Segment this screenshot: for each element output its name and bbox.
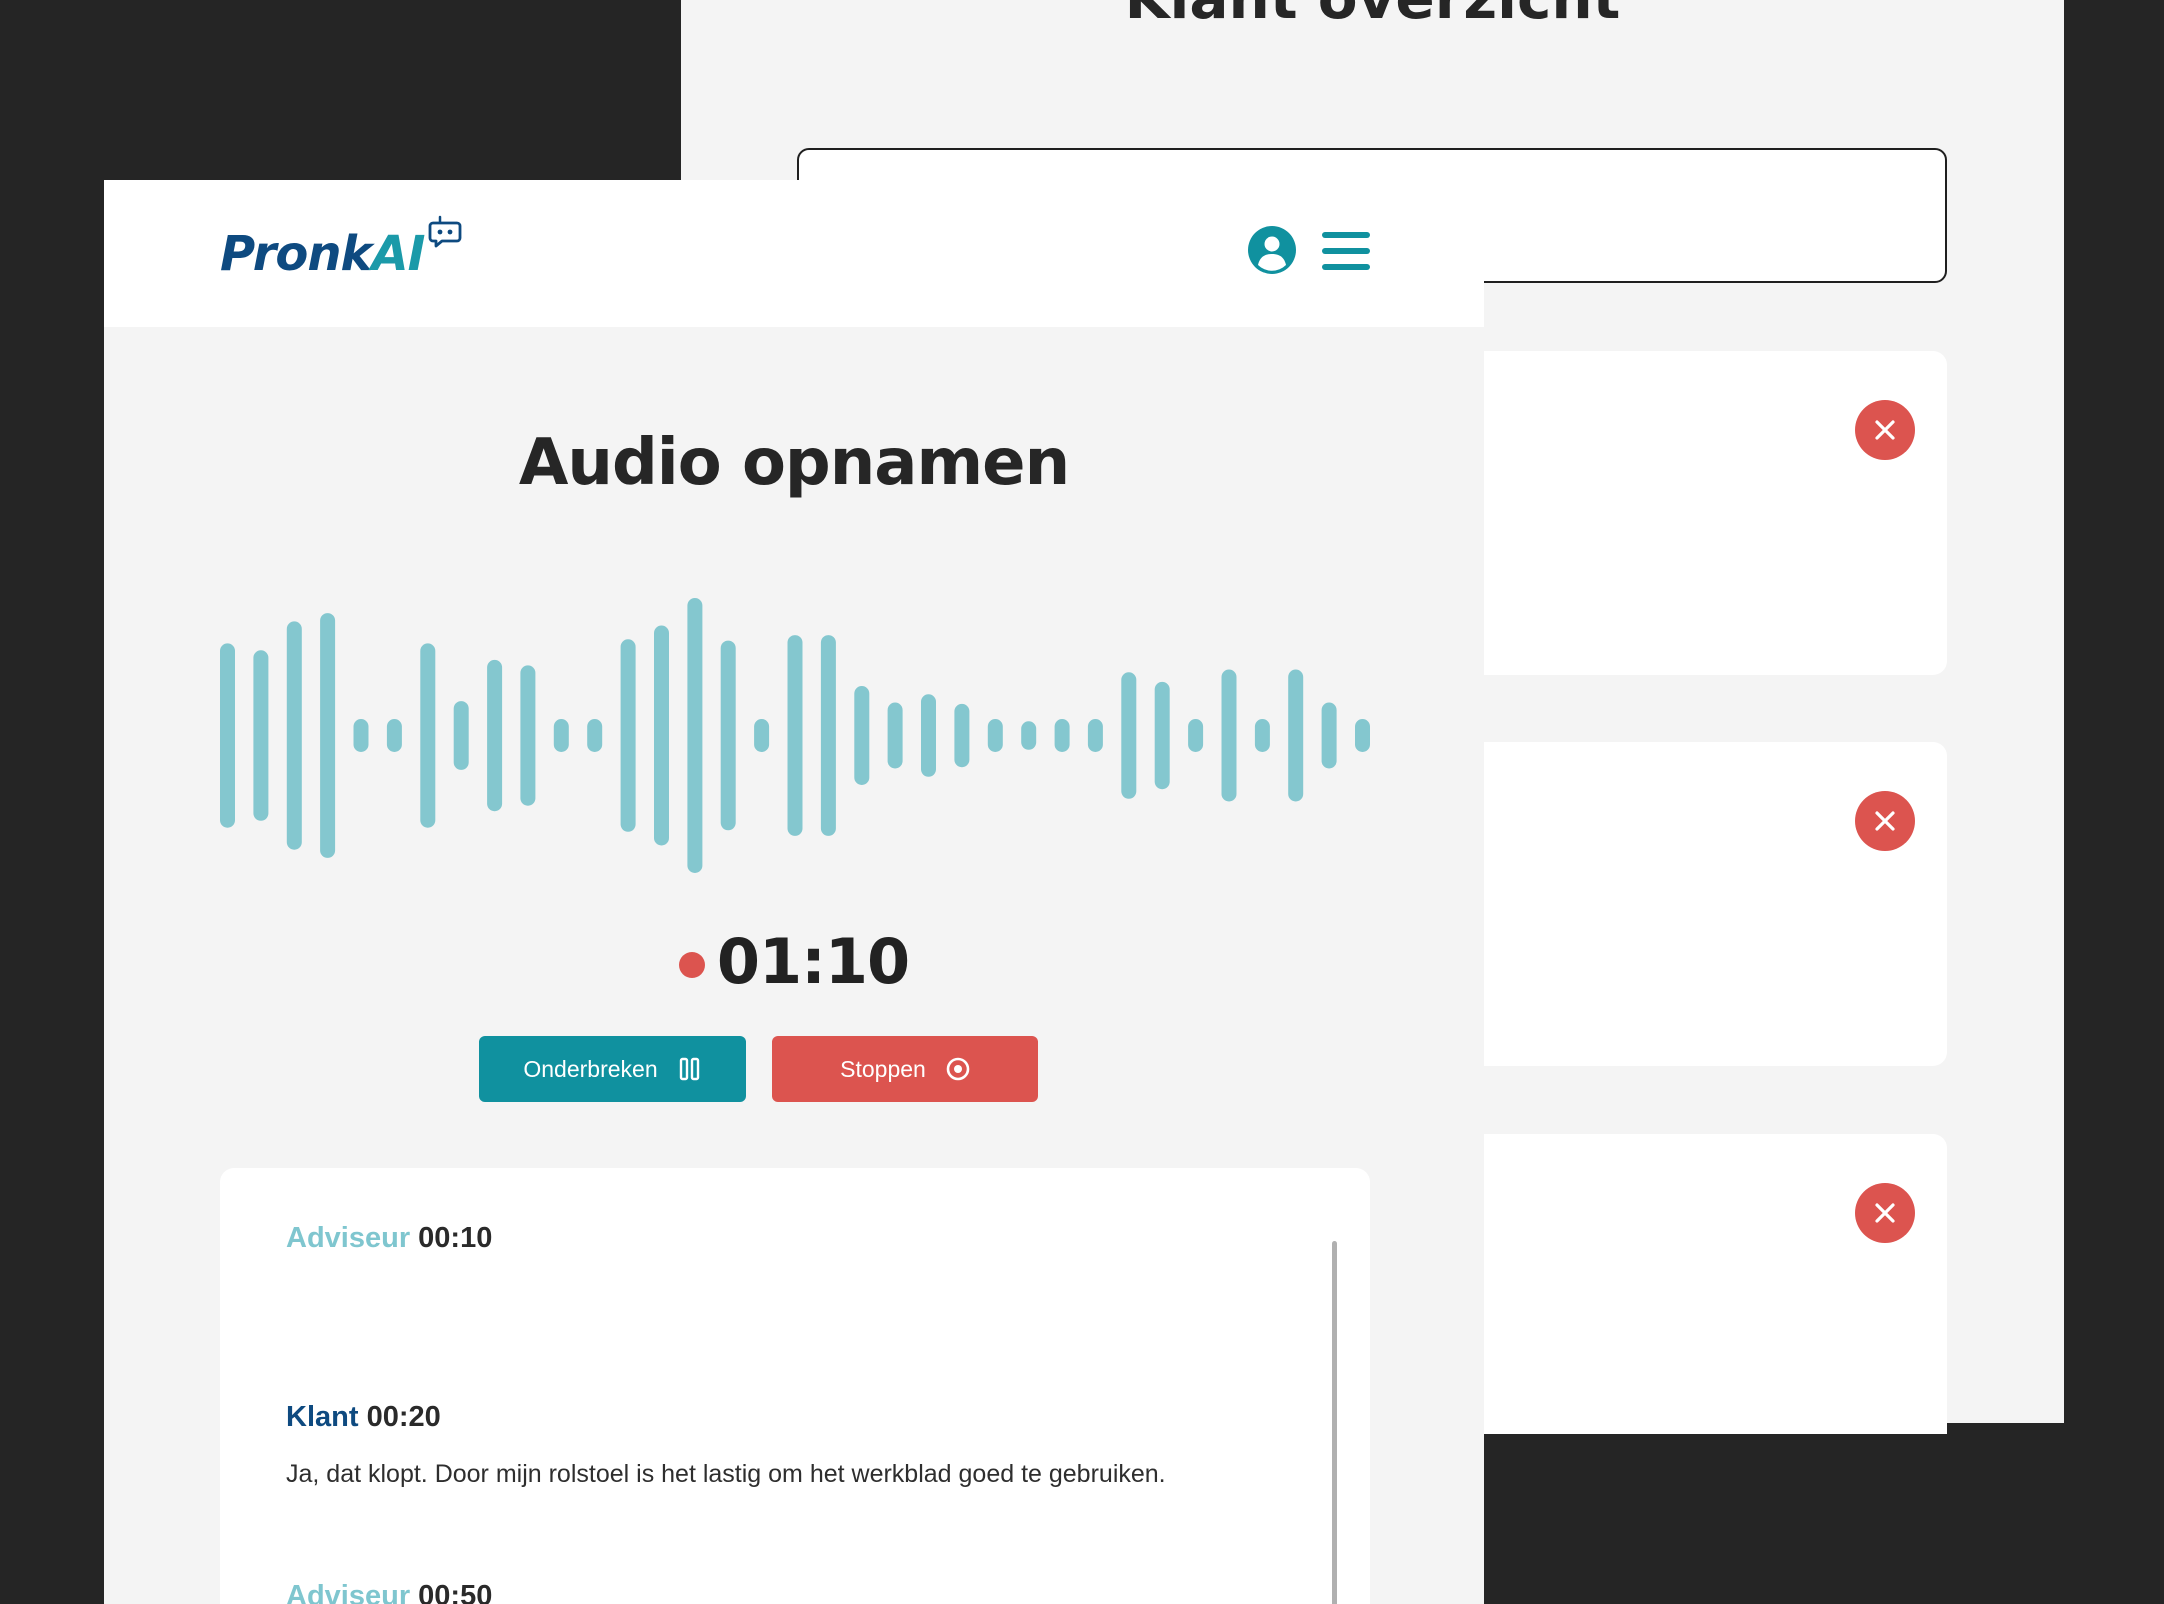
audio-waveform: [220, 598, 1370, 873]
waveform-bar: [620, 639, 636, 832]
waveform-bar: [954, 703, 970, 768]
waveform-bar: [854, 686, 870, 785]
waveform-bar: [1321, 702, 1337, 769]
waveform-bar: [1087, 719, 1103, 752]
entry-timestamp: 00:20: [366, 1401, 441, 1433]
client-overview-title: Klant overzicht: [681, 0, 2064, 32]
waveform-bar: [1121, 672, 1137, 799]
waveform-bar: [1021, 721, 1037, 750]
speaker-name: Adviseur: [286, 1580, 411, 1604]
client-card[interactable]: [1403, 742, 1947, 1066]
stop-button[interactable]: Stoppen: [772, 1036, 1038, 1102]
transcript-panel[interactable]: Adviseur 00:10 Klant 00:20 Ja, dat klopt…: [220, 1168, 1370, 1604]
audio-recording-window: PronkAI Audio opnamen 01:10 Onderbreken: [104, 180, 1484, 1604]
delete-client-button[interactable]: [1855, 400, 1915, 460]
waveform-bar: [353, 719, 369, 752]
timer-value: 01:10: [716, 925, 910, 998]
waveform-bar: [720, 640, 736, 831]
waveform-bar: [587, 719, 603, 752]
waveform-bar: [1188, 719, 1204, 752]
waveform-bar: [1254, 719, 1270, 752]
close-icon: [1875, 1203, 1895, 1223]
stop-record-icon: [946, 1057, 970, 1081]
delete-client-button[interactable]: [1855, 791, 1915, 851]
waveform-bar: [1221, 669, 1237, 802]
waveform-bar: [220, 643, 235, 828]
waveform-bar: [1054, 719, 1070, 752]
recording-timer: 01:10: [104, 925, 1484, 998]
recording-indicator-dot: [678, 951, 705, 978]
waveform-bar: [754, 719, 770, 752]
waveform-bar: [553, 719, 569, 752]
waveform-bar: [921, 694, 936, 777]
top-navigation-bar: PronkAI: [104, 180, 1484, 327]
waveform-bar: [453, 701, 469, 770]
client-card[interactable]: [1403, 1134, 1947, 1434]
transcript-scrollbar[interactable]: [1332, 1241, 1337, 1604]
waveform-bar: [1288, 669, 1304, 802]
waveform-bar: [820, 635, 836, 836]
waveform-bar: [654, 625, 669, 846]
transcript-entry: Adviseur 00:50: [286, 1580, 492, 1604]
logo-text-ai: AI: [371, 226, 425, 282]
waveform-bar: [253, 650, 269, 821]
pause-icon: [679, 1057, 699, 1081]
waveform-bar: [386, 719, 402, 752]
entry-text: Ja, dat klopt. Door mijn rolstoel is het…: [286, 1460, 1166, 1488]
waveform-bar: [1154, 681, 1170, 790]
user-profile-icon[interactable]: [1248, 226, 1296, 274]
entry-timestamp: 00:10: [418, 1222, 493, 1254]
stop-button-label: Stoppen: [840, 1055, 926, 1082]
pause-button-label: Onderbreken: [523, 1055, 658, 1082]
waveform-bar: [286, 621, 302, 850]
speaker-name: Klant: [286, 1401, 359, 1433]
hamburger-menu-icon[interactable]: [1322, 230, 1370, 272]
waveform-bar: [487, 659, 503, 812]
pause-button[interactable]: Onderbreken: [479, 1036, 746, 1102]
client-card[interactable]: [1403, 351, 1947, 675]
entry-timestamp: 00:50: [418, 1580, 493, 1604]
waveform-bar: [787, 635, 803, 836]
delete-client-button[interactable]: [1855, 1183, 1915, 1243]
waveform-bar: [520, 665, 536, 806]
transcript-entry: Klant 00:20 Ja, dat klopt. Door mijn rol…: [286, 1401, 1166, 1489]
waveform-bar: [1355, 719, 1370, 752]
waveform-bar: [987, 719, 1003, 752]
waveform-bar: [687, 598, 703, 873]
page-title: Audio opnamen: [518, 426, 1070, 500]
transcript-entry: Adviseur 00:10: [286, 1222, 492, 1255]
waveform-bar: [420, 643, 436, 828]
close-icon: [1875, 811, 1895, 831]
close-icon: [1875, 420, 1895, 440]
robot-chat-icon: [429, 215, 462, 248]
pronk-ai-logo[interactable]: PronkAI: [220, 215, 462, 278]
speaker-name: Adviseur: [286, 1222, 411, 1254]
waveform-bar: [320, 613, 336, 858]
waveform-bar: [887, 702, 903, 769]
logo-text-pronk: Pronk: [220, 226, 372, 282]
